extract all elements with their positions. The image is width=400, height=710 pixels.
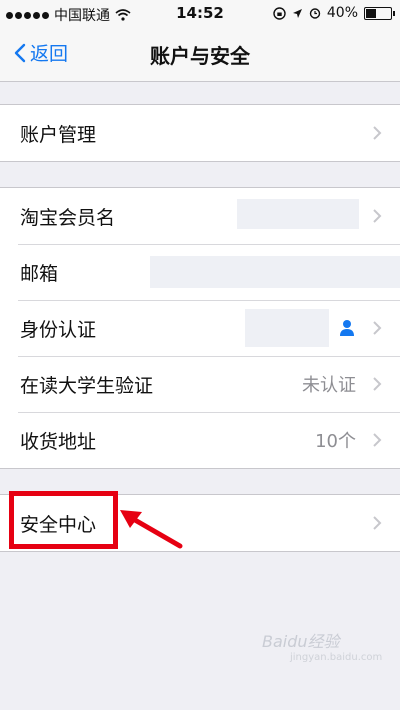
battery-percent: 40% <box>326 5 358 21</box>
watermark: Baidu经验 jingyan.baidu.com <box>262 628 382 663</box>
annotation-arrow-icon <box>120 510 183 549</box>
watermark-subtext: jingyan.baidu.com <box>290 652 383 663</box>
row-value: 10个 <box>315 431 356 452</box>
chevron-right-icon <box>373 321 382 335</box>
rotation-lock-icon <box>273 6 286 20</box>
verified-user-icon <box>340 320 354 336</box>
chevron-right-icon <box>373 209 382 223</box>
redacted-value <box>237 199 359 229</box>
account-group: 账户管理 <box>0 104 400 162</box>
row-student-verification[interactable]: 在读大学生验证 未认证 <box>0 356 400 412</box>
navigation-bar: 返回 账户与安全 <box>0 27 400 82</box>
status-bar: 中国联通 14:52 40% <box>0 0 400 27</box>
row-label: 身份认证 <box>20 318 97 341</box>
profile-group: 淘宝会员名 邮箱 身份认证 在读大学生验证 未认证 收货地址 10个 <box>0 187 400 469</box>
location-icon <box>292 8 302 18</box>
status-right: 40% <box>273 5 395 21</box>
chevron-right-icon <box>373 126 382 140</box>
redacted-value <box>150 256 400 288</box>
page-title: 账户与安全 <box>150 44 250 68</box>
row-value: 未认证 <box>302 375 356 396</box>
chevron-right-icon <box>373 433 382 447</box>
battery-icon <box>364 6 395 20</box>
redacted-value <box>245 309 329 347</box>
watermark-text: Baidu经验 <box>262 632 340 651</box>
row-shipping-address[interactable]: 收货地址 10个 <box>0 412 400 468</box>
highlight-box <box>9 491 118 549</box>
chevron-right-icon <box>373 377 382 391</box>
row-label: 淘宝会员名 <box>20 206 116 229</box>
row-identity-verification[interactable]: 身份认证 <box>0 300 400 356</box>
row-taobao-username[interactable]: 淘宝会员名 <box>0 188 400 244</box>
row-label: 邮箱 <box>20 262 59 285</box>
row-account-management[interactable]: 账户管理 <box>0 105 400 161</box>
row-label: 账户管理 <box>20 123 97 146</box>
row-label: 在读大学生验证 <box>20 374 154 397</box>
alarm-icon <box>309 8 321 19</box>
row-label: 收货地址 <box>20 430 97 453</box>
chevron-right-icon <box>373 516 382 530</box>
row-email[interactable]: 邮箱 <box>0 244 400 300</box>
